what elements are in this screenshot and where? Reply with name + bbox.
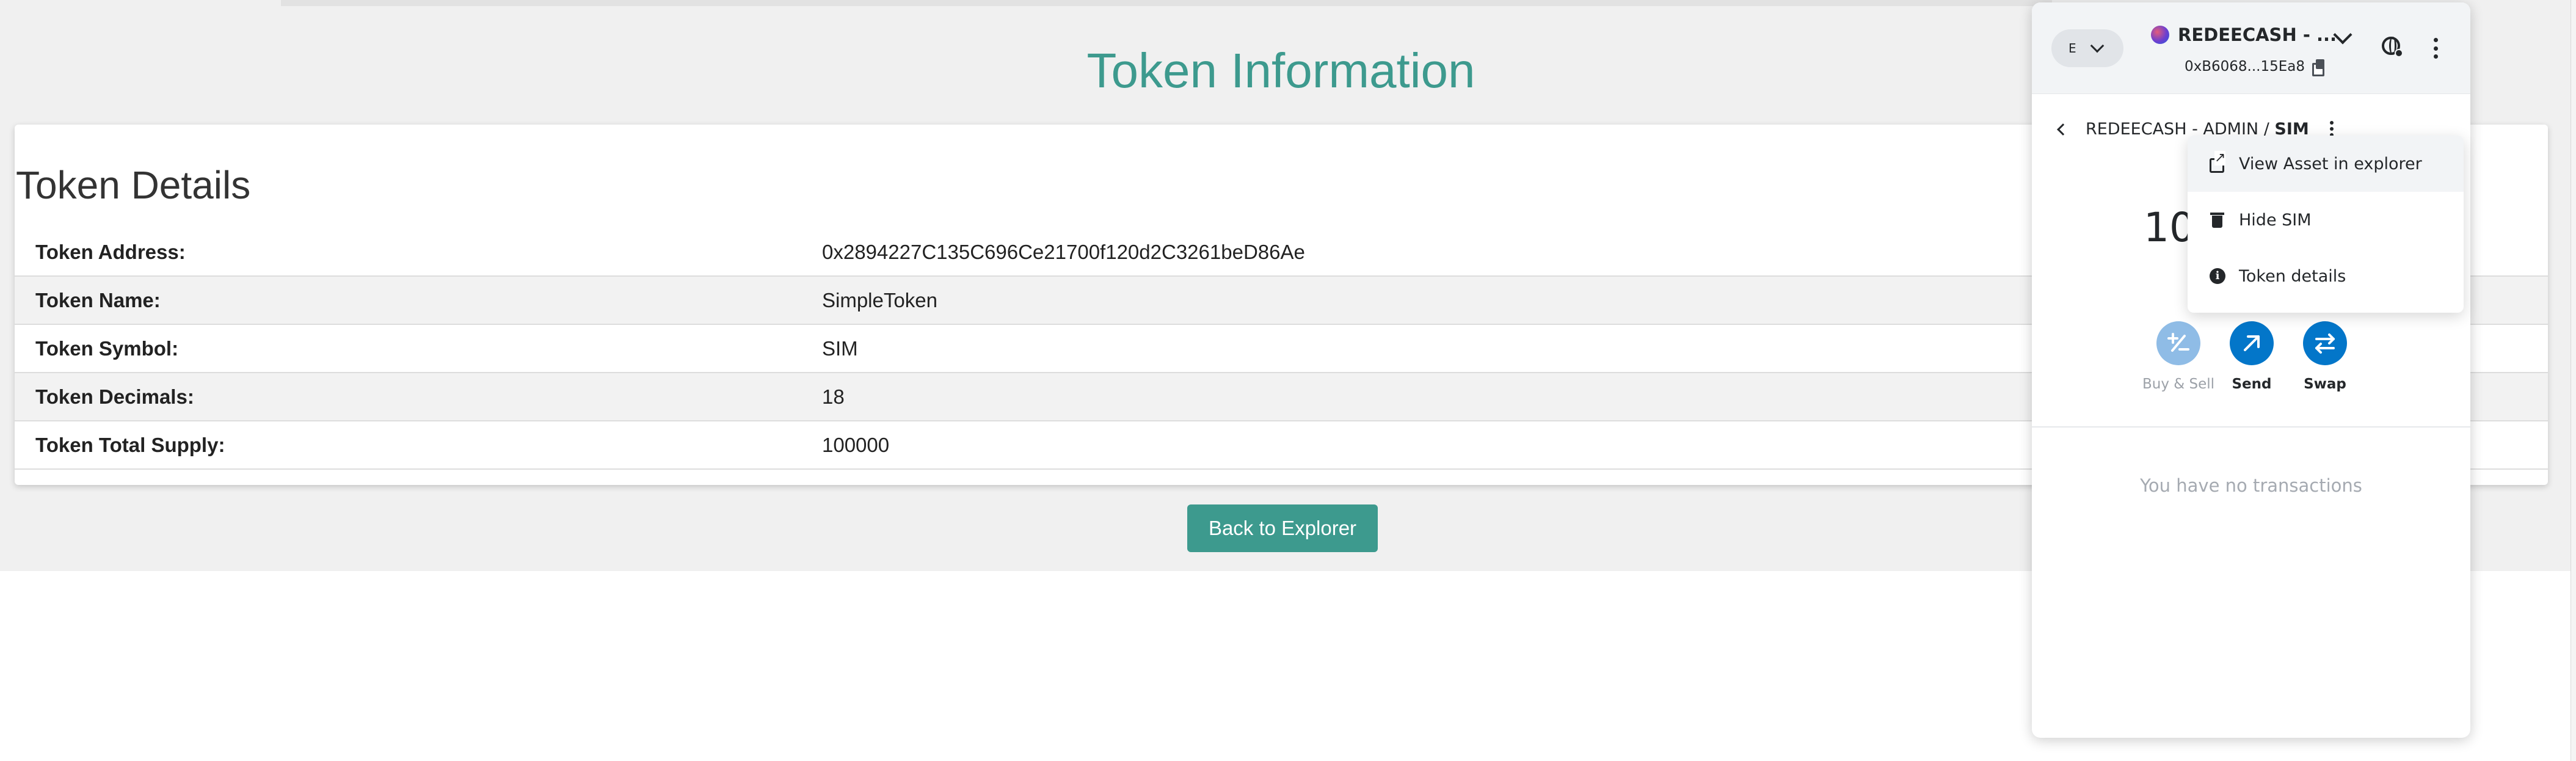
send-label: Send	[2232, 376, 2272, 392]
swap-button[interactable]: Swap	[2288, 321, 2362, 392]
copy-icon	[2312, 59, 2326, 76]
wallet-header: E REDEECASH - ... 0xB6068...15Ea8	[2032, 2, 2470, 94]
account-avatar	[2151, 26, 2169, 44]
row-label: Token Address:	[35, 240, 186, 263]
swap-arrows-icon	[2315, 333, 2335, 354]
send-circle	[2230, 321, 2274, 365]
row-label: Token Name:	[35, 288, 161, 311]
chevron-down-icon	[2090, 38, 2104, 53]
menu-item-label: Hide SIM	[2239, 210, 2312, 230]
network-initial: E	[2068, 41, 2076, 56]
menu-item-label: Token details	[2239, 266, 2346, 286]
account-picker[interactable]: REDEECASH - ...	[2151, 24, 2337, 45]
arrow-up-right-icon	[2244, 335, 2260, 351]
back-to-explorer-button[interactable]: Back to Explorer	[1187, 504, 1378, 552]
trash-icon	[2210, 212, 2225, 228]
row-label: Token Symbol:	[35, 337, 179, 360]
asset-actions: Buy & Sell Send Swap	[2142, 321, 2362, 395]
account-name: REDEECASH - ...	[2178, 24, 2337, 45]
menu-item-hide-token[interactable]: Hide SIM	[2188, 192, 2464, 248]
menu-item-label: View Asset in explorer	[2239, 154, 2422, 173]
menu-item-view-in-explorer[interactable]: View Asset in explorer	[2188, 136, 2464, 192]
token-supply-value: 100000	[822, 433, 890, 456]
row-label: Token Decimals:	[35, 385, 194, 408]
network-picker[interactable]: E	[2051, 29, 2123, 67]
card-title: Token Details	[16, 163, 251, 207]
row-label: Token Total Supply:	[35, 433, 225, 456]
token-address-value: 0x2894227C135C696Ce21700f120d2C3261beD86…	[822, 240, 1305, 263]
account-address-copy[interactable]: 0xB6068...15Ea8	[2185, 59, 2326, 76]
connection-status-dot	[2395, 49, 2403, 57]
info-icon: i	[2210, 268, 2225, 284]
activity-divider	[2032, 426, 2470, 428]
token-decimals-value: 18	[822, 385, 845, 408]
external-link-icon	[2210, 151, 2226, 173]
token-name-value: SimpleToken	[822, 288, 937, 311]
menu-item-token-details[interactable]: i Token details	[2188, 248, 2464, 304]
menu-kebab-icon[interactable]	[2433, 38, 2438, 59]
buy-sell-label: Buy & Sell	[2142, 376, 2215, 392]
send-button[interactable]: Send	[2215, 321, 2288, 392]
token-symbol-value: SIM	[822, 337, 858, 360]
swap-circle	[2303, 321, 2347, 365]
asset-options-menu: View Asset in explorer Hide SIM i Token …	[2188, 136, 2464, 313]
back-arrow-icon[interactable]	[2057, 123, 2069, 136]
empty-transactions-message: You have no transactions	[2140, 475, 2362, 496]
account-address: 0xB6068...15Ea8	[2185, 59, 2305, 75]
buy-sell-button[interactable]: Buy & Sell	[2142, 321, 2215, 392]
wallet-popup: E REDEECASH - ... 0xB6068...15Ea8 REDEEC…	[2032, 2, 2470, 738]
top-border	[281, 0, 2052, 6]
swap-label: Swap	[2304, 376, 2346, 392]
buy-sell-circle	[2156, 321, 2200, 365]
asset-options-kebab-icon[interactable]	[2329, 121, 2334, 137]
plus-minus-icon	[2167, 333, 2189, 352]
window-edge-scrollbar[interactable]	[2571, 0, 2576, 761]
